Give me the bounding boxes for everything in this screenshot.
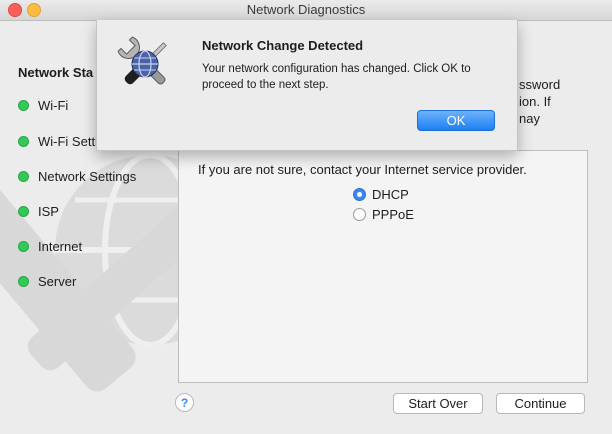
- partial-text: ion. If: [519, 94, 551, 109]
- status-dot-icon: [18, 135, 29, 147]
- partial-text: ssword: [519, 77, 561, 92]
- sidebar-item-wifi-settings: Wi-Fi Setti: [18, 132, 98, 150]
- status-dot-icon: [18, 205, 29, 217]
- start-over-button[interactable]: Start Over: [393, 393, 483, 414]
- window-title: Network Diagnostics: [246, 2, 366, 17]
- alert-title: Network Change Detected: [202, 38, 364, 53]
- radio-pppoe[interactable]: PPPoE: [353, 207, 414, 222]
- instruction-text: If you are not sure, contact your Intern…: [198, 162, 527, 177]
- status-dot-icon: [18, 240, 29, 252]
- content-panel: [178, 150, 588, 383]
- sidebar-item-network-settings: Network Settings: [18, 167, 136, 185]
- radio-label: PPPoE: [372, 207, 414, 222]
- alert-message: Your network configuration has changed. …: [202, 63, 471, 91]
- alert-sheet: Network Change Detected Your network con…: [96, 20, 518, 151]
- sidebar-item-label: ISP: [38, 203, 59, 219]
- status-dot-icon: [18, 275, 29, 287]
- ok-button[interactable]: OK: [417, 110, 495, 131]
- network-diagnostics-window: Network Diagnostics Network Sta Wi-Fi Wi…: [0, 0, 612, 434]
- radio-button-selected[interactable]: [353, 188, 366, 201]
- sidebar-item-label: Internet: [38, 238, 83, 254]
- sidebar-heading: Network Sta: [18, 65, 94, 80]
- sidebar-item-label: Network Settings: [38, 168, 137, 184]
- sidebar-item-wifi: Wi-Fi: [18, 96, 68, 114]
- sidebar-item-server: Server: [18, 272, 76, 290]
- radio-label: DHCP: [372, 187, 409, 202]
- title-bar: Network Diagnostics: [0, 0, 612, 21]
- status-dot-icon: [18, 170, 29, 182]
- partial-text: nay: [519, 111, 540, 126]
- sidebar-item-label: Server: [38, 273, 77, 289]
- sidebar-item-label: Wi-Fi Setti: [38, 133, 98, 149]
- sidebar-item-internet: Internet: [18, 237, 82, 255]
- radio-dhcp[interactable]: DHCP: [353, 187, 409, 202]
- network-utility-icon: [117, 36, 167, 85]
- help-button[interactable]: ?: [175, 393, 194, 412]
- continue-button[interactable]: Continue: [496, 393, 585, 414]
- sidebar-item-isp: ISP: [18, 202, 59, 220]
- sidebar-item-label: Wi-Fi: [38, 97, 69, 113]
- radio-button[interactable]: [353, 208, 366, 221]
- status-dot-icon: [18, 99, 29, 111]
